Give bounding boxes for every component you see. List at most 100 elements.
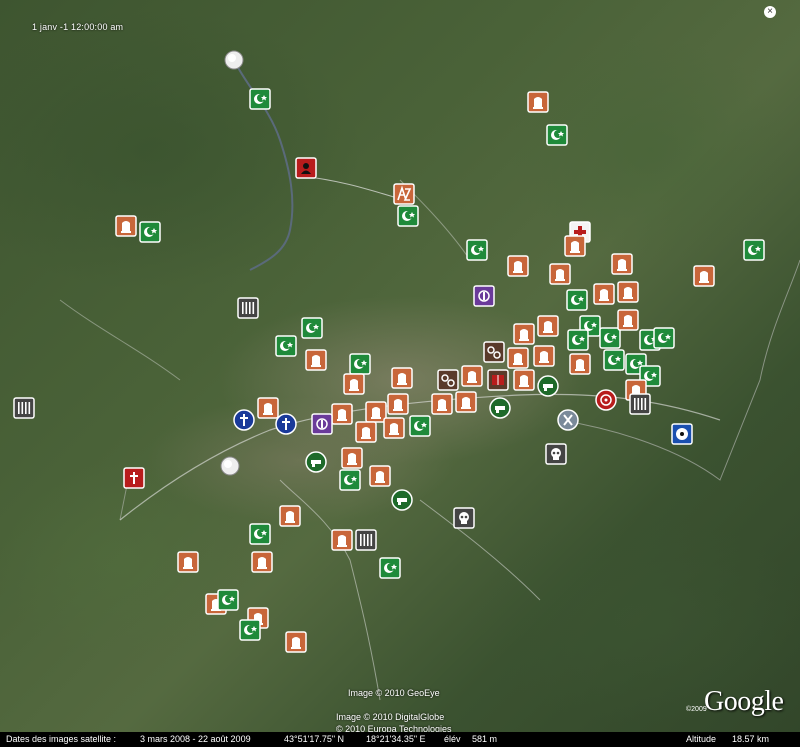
mosque-icon[interactable] xyxy=(249,523,271,545)
memorial-icon[interactable] xyxy=(387,393,409,415)
memorial-icon[interactable] xyxy=(617,281,639,303)
memorial-icon[interactable] xyxy=(693,265,715,287)
mosque-icon[interactable] xyxy=(546,124,568,146)
mosque-icon[interactable] xyxy=(275,335,297,357)
memorial-icon[interactable] xyxy=(549,263,571,285)
religious-icon[interactable] xyxy=(473,285,495,307)
police-icon[interactable] xyxy=(391,489,413,511)
prison-icon[interactable] xyxy=(355,529,377,551)
memorial-icon[interactable] xyxy=(617,309,639,331)
book-icon[interactable] xyxy=(487,369,509,391)
mosque-icon[interactable] xyxy=(397,205,419,227)
memorial-icon[interactable] xyxy=(593,283,615,305)
road xyxy=(419,499,541,601)
gear-icon[interactable] xyxy=(437,369,459,391)
mosque-icon[interactable] xyxy=(249,88,271,110)
memorial-icon[interactable] xyxy=(251,551,273,573)
satellite-map[interactable]: 1 janv -1 12:00:00 am × Image © 2010 Geo… xyxy=(0,0,800,747)
mosque-icon[interactable] xyxy=(603,349,625,371)
memorial-icon[interactable] xyxy=(391,367,413,389)
longitude-readout: 18°21'34.35" E xyxy=(366,734,426,744)
memorial-icon[interactable] xyxy=(115,215,137,237)
memorial-icon[interactable] xyxy=(343,373,365,395)
church-blue-icon[interactable] xyxy=(275,413,297,435)
mosque-icon[interactable] xyxy=(599,327,621,349)
religious-icon[interactable] xyxy=(311,413,333,435)
road xyxy=(299,175,405,201)
az-icon[interactable] xyxy=(393,183,415,205)
credit-digitalglobe: Image © 2010 DigitalGlobe xyxy=(336,712,445,722)
mosque-icon[interactable] xyxy=(466,239,488,261)
elevation-value: 581 m xyxy=(472,734,498,744)
memorial-icon[interactable] xyxy=(331,403,353,425)
memorial-icon[interactable] xyxy=(279,505,301,527)
memorial-icon[interactable] xyxy=(513,323,535,345)
circle-marker[interactable] xyxy=(220,456,240,476)
marker-layer xyxy=(13,50,765,653)
memorial-icon[interactable] xyxy=(341,447,363,469)
altitude-value: 18.57 km xyxy=(732,734,770,744)
imagery-dates-value: 3 mars 2008 - 22 août 2009 xyxy=(140,734,251,744)
target-icon[interactable] xyxy=(595,389,617,411)
memorial-icon[interactable] xyxy=(365,401,387,423)
altitude-label: Altitude xyxy=(686,734,717,744)
church-red-icon[interactable] xyxy=(123,467,145,489)
memorial-icon[interactable] xyxy=(513,369,535,391)
mosque-icon[interactable] xyxy=(409,415,431,437)
skull-icon[interactable] xyxy=(545,443,567,465)
memorial-icon[interactable] xyxy=(177,551,199,573)
mosque-icon[interactable] xyxy=(217,589,239,611)
police-icon[interactable] xyxy=(489,397,511,419)
mosque-icon[interactable] xyxy=(743,239,765,261)
mosque-icon[interactable] xyxy=(653,327,675,349)
memorial-icon[interactable] xyxy=(507,255,529,277)
google-logo: Google xyxy=(704,686,784,717)
mosque-icon[interactable] xyxy=(349,353,371,375)
memorial-icon[interactable] xyxy=(569,353,591,375)
memorial-icon[interactable] xyxy=(305,349,327,371)
memorial-icon[interactable] xyxy=(611,253,633,275)
gear-icon[interactable] xyxy=(483,341,505,363)
memorial-icon[interactable] xyxy=(369,465,391,487)
memorial-icon[interactable] xyxy=(461,365,483,387)
mosque-icon[interactable] xyxy=(566,289,588,311)
memorial-icon[interactable] xyxy=(527,91,549,113)
mosque-icon[interactable] xyxy=(379,557,401,579)
road xyxy=(59,299,181,381)
skull-icon[interactable] xyxy=(453,507,475,529)
police-icon[interactable] xyxy=(305,451,327,473)
elevation-label: élév xyxy=(444,734,461,744)
memorial-icon[interactable] xyxy=(431,393,453,415)
memorial-icon[interactable] xyxy=(533,345,555,367)
church-blue-icon[interactable] xyxy=(233,409,255,431)
memorial-icon[interactable] xyxy=(285,631,307,653)
credit-geoeye: Image © 2010 GeoEye xyxy=(348,688,440,698)
imagery-dates-label: Dates des images satellite : xyxy=(6,734,117,744)
close-icon[interactable]: × xyxy=(764,6,776,18)
memorial-icon[interactable] xyxy=(383,417,405,439)
person-icon[interactable] xyxy=(295,157,317,179)
memorial-icon[interactable] xyxy=(537,315,559,337)
prison-icon[interactable] xyxy=(13,397,35,419)
memorial-icon[interactable] xyxy=(455,391,477,413)
cutlery-icon[interactable] xyxy=(557,409,579,431)
mosque-icon[interactable] xyxy=(239,619,261,641)
police-icon[interactable] xyxy=(537,375,559,397)
circle-marker[interactable] xyxy=(224,50,244,70)
mosque-icon[interactable] xyxy=(301,317,323,339)
memorial-icon[interactable] xyxy=(355,421,377,443)
map-overlay xyxy=(13,50,800,701)
status-bar: Dates des images satellite : 3 mars 2008… xyxy=(0,732,800,747)
mosque-icon[interactable] xyxy=(139,221,161,243)
memorial-icon[interactable] xyxy=(507,347,529,369)
latitude-readout: 43°51'17.75" N xyxy=(284,734,345,744)
football-icon[interactable] xyxy=(671,423,693,445)
mosque-icon[interactable] xyxy=(339,469,361,491)
memorial-icon[interactable] xyxy=(331,529,353,551)
time-slider-label[interactable]: 1 janv -1 12:00:00 am xyxy=(32,22,123,32)
prison-icon[interactable] xyxy=(237,297,259,319)
mosque-icon[interactable] xyxy=(567,329,589,351)
memorial-icon[interactable] xyxy=(564,235,586,257)
prison-icon[interactable] xyxy=(629,393,651,415)
memorial-icon[interactable] xyxy=(257,397,279,419)
